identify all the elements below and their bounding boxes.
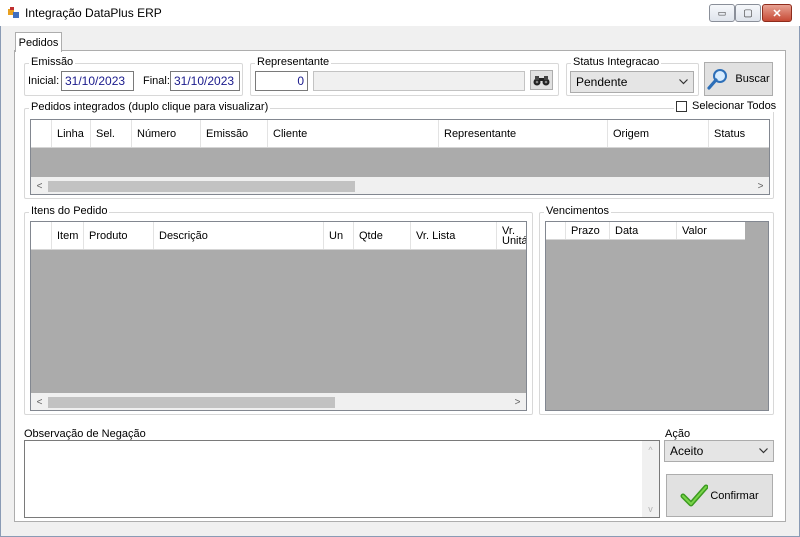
column-header[interactable]: Data <box>610 222 677 239</box>
chevron-down-icon <box>679 79 688 85</box>
column-header[interactable]: Emissão <box>201 120 268 147</box>
confirmar-label: Confirmar <box>710 489 759 502</box>
row-header-column <box>546 222 566 239</box>
vencimentos-group-label: Vencimentos <box>544 205 611 217</box>
scroll-up-icon[interactable]: ^ <box>642 441 659 458</box>
column-header[interactable]: Origem <box>608 120 709 147</box>
magnifier-icon <box>707 69 728 90</box>
representante-code-input[interactable]: 0 <box>255 71 308 91</box>
binoculars-icon <box>533 75 550 85</box>
checkmark-icon <box>680 484 709 506</box>
column-header[interactable]: Valor <box>677 222 745 239</box>
final-label: Final: <box>143 75 170 87</box>
chevron-down-icon <box>759 448 768 454</box>
acao-value: Aceito <box>670 444 704 458</box>
scroll-right-icon[interactable]: > <box>509 394 526 410</box>
vencimentos-grid[interactable]: Prazo Data Valor <box>545 221 769 411</box>
scroll-left-icon[interactable]: < <box>31 178 48 194</box>
column-header[interactable]: Item <box>52 222 84 249</box>
close-icon: ✕ <box>772 7 782 20</box>
vencimentos-grid-header: Prazo Data Valor <box>546 222 745 240</box>
column-header[interactable]: Linha <box>52 120 91 147</box>
itens-grid-header: Item Produto Descrição Un Qtde Vr. Lista… <box>31 222 526 250</box>
close-button[interactable]: ✕ <box>762 4 792 22</box>
column-header[interactable]: Produto <box>84 222 154 249</box>
buscar-button[interactable]: Buscar <box>704 62 773 96</box>
column-header[interactable]: Vr. Unitá <box>497 222 526 249</box>
itens-horizontal-scrollbar[interactable]: < > <box>31 393 526 410</box>
emissao-group-label: Emissão <box>29 56 76 68</box>
minimize-button[interactable]: ▭ <box>709 4 735 22</box>
column-header[interactable]: Prazo <box>566 222 610 239</box>
inicial-date-input[interactable]: 31/10/2023 <box>61 71 134 91</box>
select-all-label: Selecionar Todos <box>692 100 777 112</box>
column-header[interactable]: Status <box>709 120 769 147</box>
search-representante-button[interactable] <box>530 70 553 90</box>
column-header[interactable]: Un <box>324 222 354 249</box>
observacao-vertical-scrollbar[interactable]: ^ v <box>642 441 659 517</box>
minimize-icon: ▭ <box>717 7 727 18</box>
representante-name-input <box>313 71 525 91</box>
row-header-column <box>31 120 52 147</box>
maximize-icon: ▢ <box>743 7 753 19</box>
itens-grid[interactable]: Item Produto Descrição Un Qtde Vr. Lista… <box>30 221 527 411</box>
pedidos-group-label: Pedidos integrados (duplo clique para vi… <box>29 101 271 113</box>
observacao-textarea[interactable]: ^ v <box>24 440 660 518</box>
scroll-thumb[interactable] <box>48 181 355 192</box>
status-integracao-value: Pendente <box>576 75 628 89</box>
scroll-right-icon[interactable]: > <box>752 178 769 194</box>
column-header[interactable]: Vr. Lista <box>411 222 497 249</box>
scroll-thumb[interactable] <box>48 397 335 408</box>
itens-group-label: Itens do Pedido <box>29 205 110 217</box>
acao-select[interactable]: Aceito <box>664 440 774 462</box>
title-bar[interactable]: Integração DataPlus ERP ▭ ▢ ✕ <box>0 0 800 26</box>
buscar-label: Buscar <box>735 73 770 85</box>
confirmar-button[interactable]: Confirmar <box>666 474 773 517</box>
column-header[interactable]: Representante <box>439 120 608 147</box>
tab-label: Pedidos <box>18 36 59 49</box>
pedidos-grid[interactable]: Linha Sel. Número Emissão Cliente Repres… <box>30 119 770 195</box>
representante-group-label: Representante <box>255 56 332 68</box>
column-header[interactable]: Sel. <box>91 120 132 147</box>
column-header[interactable]: Cliente <box>268 120 439 147</box>
pedidos-grid-header: Linha Sel. Número Emissão Cliente Repres… <box>31 120 769 148</box>
acao-label: Ação <box>665 428 691 440</box>
scroll-left-icon[interactable]: < <box>31 394 48 410</box>
scroll-down-icon[interactable]: v <box>642 500 659 517</box>
column-header[interactable]: Número <box>132 120 201 147</box>
observacao-label: Observação de Negação <box>24 428 146 440</box>
maximize-button[interactable]: ▢ <box>735 4 761 22</box>
select-all-checkbox[interactable]: Selecionar Todos <box>674 100 779 112</box>
app-icon <box>8 7 19 18</box>
pedidos-horizontal-scrollbar[interactable]: < > <box>31 177 769 194</box>
select-all-box[interactable] <box>676 100 687 112</box>
status-integracao-select[interactable]: Pendente <box>570 71 694 93</box>
column-header[interactable]: Descrição <box>154 222 324 249</box>
tab-pedidos[interactable]: Pedidos <box>15 32 62 52</box>
status-integracao-group-label: Status Integracao <box>571 56 662 68</box>
final-date-input[interactable]: 31/10/2023 <box>170 71 240 91</box>
inicial-label: Inicial: <box>28 75 60 87</box>
column-header[interactable]: Qtde <box>354 222 411 249</box>
row-header-column <box>31 222 52 249</box>
window-title: Integração DataPlus ERP <box>25 6 162 20</box>
